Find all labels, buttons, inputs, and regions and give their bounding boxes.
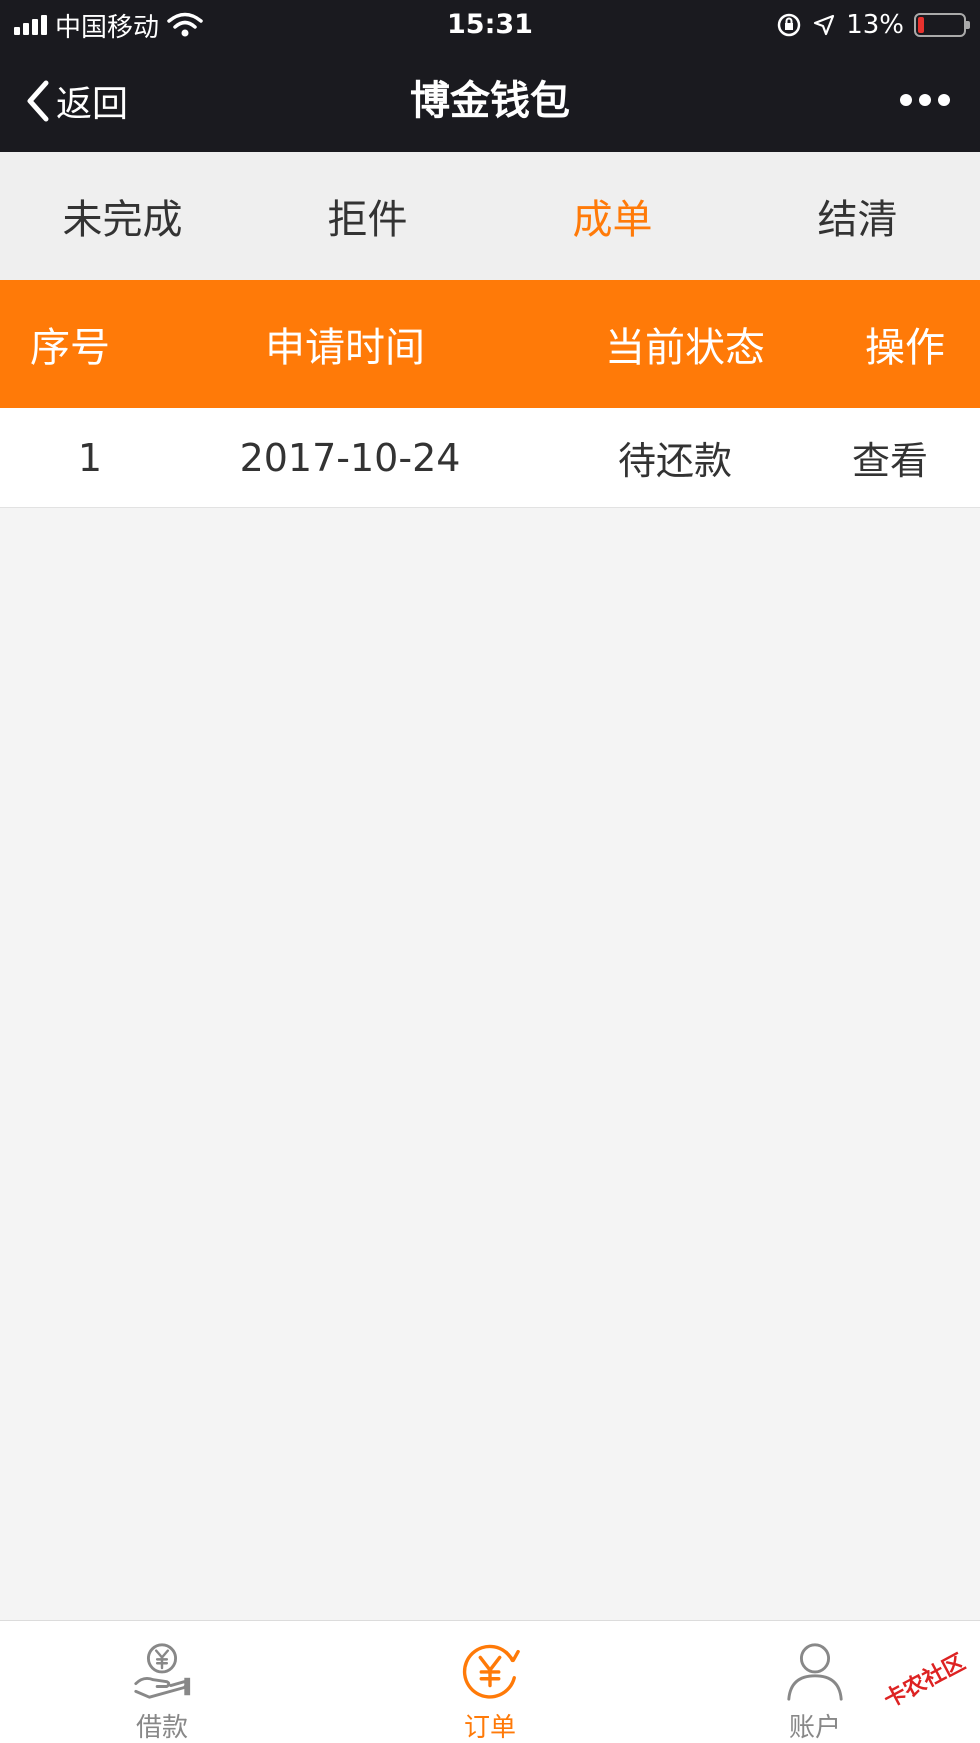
battery-icon bbox=[914, 13, 970, 37]
header-apply-time: 申请时间 bbox=[265, 325, 425, 371]
location-icon bbox=[814, 14, 835, 36]
orientation-lock-icon bbox=[777, 13, 801, 37]
table-row: 1 2017-10-24 待还款 查看 bbox=[0, 408, 980, 508]
order-yen-icon bbox=[462, 1644, 520, 1699]
table-header: 序号 申请时间 当前状态 操作 bbox=[0, 280, 980, 408]
more-icon[interactable] bbox=[900, 88, 950, 112]
page-title: 博金钱包 bbox=[410, 78, 570, 124]
user-icon bbox=[787, 1643, 843, 1701]
header-status: 当前状态 bbox=[605, 325, 765, 371]
status-bar: 中国移动 15:31 13% bbox=[0, 0, 980, 50]
tabbar-item-account[interactable]: 账户 bbox=[735, 1621, 895, 1743]
tab-settled[interactable]: 结清 bbox=[735, 152, 980, 280]
tab-rejected[interactable]: 拒件 bbox=[245, 152, 490, 280]
battery-level bbox=[918, 17, 924, 33]
status-right: 13% bbox=[776, 6, 970, 44]
row-index: 1 bbox=[77, 435, 103, 480]
header-index: 序号 bbox=[30, 325, 110, 371]
tabbar-item-order[interactable]: 订单 bbox=[410, 1621, 570, 1743]
tabbar-label-order: 订单 bbox=[463, 1713, 516, 1743]
tabbar-item-loan[interactable]: 借款 bbox=[82, 1621, 242, 1743]
bottom-tab-bar: 借款 订单 账户 bbox=[0, 1620, 980, 1743]
loan-hand-icon bbox=[134, 1643, 191, 1699]
row-date: 2017-10-24 bbox=[239, 435, 461, 480]
view-button[interactable]: 查看 bbox=[820, 408, 960, 507]
tabbar-label-account: 账户 bbox=[788, 1713, 841, 1743]
header-action: 操作 bbox=[865, 325, 945, 371]
nav-bar: 返回 博金钱包 bbox=[0, 50, 980, 152]
order-tabs: 未完成 拒件 成单 结清 bbox=[0, 152, 980, 280]
tabbar-label-loan: 借款 bbox=[135, 1713, 188, 1743]
battery-percent: 13% bbox=[846, 10, 904, 40]
tab-completed[interactable]: 成单 bbox=[490, 152, 735, 280]
row-status: 待还款 bbox=[617, 439, 732, 483]
tab-incomplete[interactable]: 未完成 bbox=[0, 152, 245, 280]
